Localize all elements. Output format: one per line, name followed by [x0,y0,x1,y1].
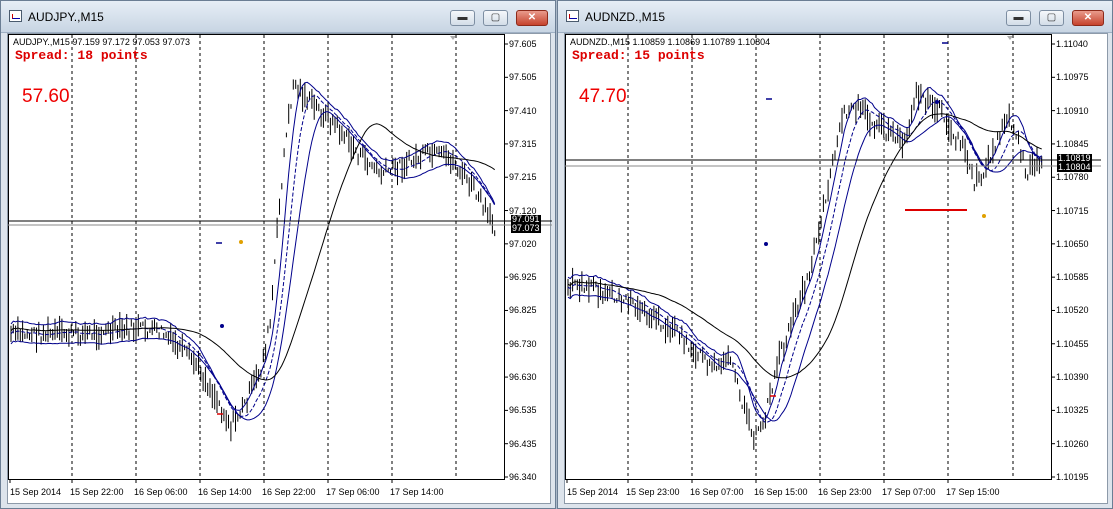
shift-marker [450,36,456,40]
x-tick-label: 15 Sep 2014 [567,487,619,497]
x-tick-label: 15 Sep 22:00 [70,487,124,497]
y-tick-label: 1.10780 [1056,172,1089,183]
plot-frame [565,34,1052,480]
signal-marker [935,100,939,104]
y-tick-label: 1.10260 [1056,438,1089,449]
close-button[interactable]: ✕ [516,10,548,26]
title-bar[interactable]: AUDJPY.,M15 ▬ ▢ ✕ [1,1,555,33]
y-tick-label: 97.505 [509,72,537,83]
y-tick-label: 97.020 [509,238,537,249]
y-tick-label: 1.10975 [1056,72,1089,83]
minimize-button[interactable]: ▬ [1006,10,1031,26]
y-tick-label: 1.10325 [1056,405,1089,416]
x-tick-label: 16 Sep 23:00 [818,487,872,497]
x-tick-label: 15 Sep 23:00 [626,487,680,497]
indicator-value: 47.70 [579,86,627,107]
signal-marker [220,324,224,328]
chart-window-audnzd[interactable]: AUDNZD.,M15 ▬ ▢ ✕ AUDNZD.,M15 1.10859 1.… [557,0,1113,509]
chart-icon [9,10,22,22]
x-tick-label: 15 Sep 2014 [10,487,62,497]
moving-average-line [567,116,1043,422]
y-tick-label: 97.605 [509,39,537,49]
signal-marker [982,214,986,218]
indicator-value: 57.60 [22,86,70,107]
y-tick-label: 1.10455 [1056,338,1089,349]
moving-average-line [10,81,496,411]
y-tick-label: 1.10390 [1056,372,1089,383]
y-tick-label: 1.10520 [1056,305,1089,316]
y-tick-label: 1.10195 [1056,472,1089,482]
moving-average-line [567,86,1042,420]
y-tick-label: 96.730 [509,338,537,349]
chart-area[interactable]: AUDNZD.,M15 1.10859 1.10869 1.10789 1.10… [564,33,1108,504]
y-tick-label: 96.535 [509,405,537,416]
maximize-button[interactable]: ▢ [483,10,508,26]
window-title: AUDNZD.,M15 [585,10,666,24]
price-chart[interactable] [565,34,1109,505]
moving-average-line [10,95,496,417]
y-tick-label: 1.11040 [1056,39,1088,49]
y-tick-label: 97.410 [509,105,537,116]
x-tick-label: 17 Sep 15:00 [946,487,1000,497]
y-tick-label: 96.925 [509,272,537,283]
moving-average-line [10,111,496,421]
price-box-lower: 1.10804 [1057,162,1092,172]
chart-window-audjpy[interactable]: AUDJPY.,M15 ▬ ▢ ✕ AUDJPY.,M15 97.159 97.… [0,0,556,509]
y-tick-label: 96.340 [509,472,537,482]
y-tick-label: 1.10650 [1056,238,1089,249]
x-tick-label: 16 Sep 14:00 [198,487,252,497]
symbol-header: AUDNZD.,M15 1.10859 1.10869 1.10789 1.10… [570,37,771,47]
symbol-header: AUDJPY.,M15 97.159 97.172 97.053 97.073 [13,37,190,47]
moving-average-line [567,100,1043,424]
y-tick-label: 96.630 [509,372,537,383]
price-chart[interactable] [8,34,552,505]
window-title: AUDJPY.,M15 [28,10,104,24]
y-tick-label: 1.10910 [1056,105,1089,116]
close-button[interactable]: ✕ [1072,10,1104,26]
maximize-button[interactable]: ▢ [1039,10,1064,26]
x-tick-label: 16 Sep 06:00 [134,487,188,497]
signal-marker [239,240,243,244]
y-tick-label: 97.315 [509,138,537,149]
x-tick-label: 17 Sep 07:00 [882,487,936,497]
spread-label: Spread: 15 points [572,48,705,63]
y-tick-label: 1.10585 [1056,272,1089,283]
chart-icon [566,10,579,22]
x-tick-label: 17 Sep 06:00 [326,487,380,497]
minimize-button[interactable]: ▬ [450,10,475,26]
moving-average-line [567,113,1042,379]
title-bar[interactable]: AUDNZD.,M15 ▬ ▢ ✕ [558,1,1112,33]
y-tick-label: 96.825 [509,305,537,316]
plot-frame [8,34,505,480]
x-tick-label: 16 Sep 22:00 [262,487,316,497]
x-tick-label: 16 Sep 07:00 [690,487,744,497]
signal-marker [764,242,768,246]
x-tick-label: 17 Sep 14:00 [390,487,444,497]
shift-marker [1007,36,1013,40]
moving-average-line [10,123,495,381]
y-tick-label: 1.10845 [1056,138,1089,149]
y-tick-label: 1.10715 [1056,205,1089,216]
price-box-lower: 97.073 [511,223,541,233]
x-tick-label: 16 Sep 15:00 [754,487,808,497]
chart-area[interactable]: AUDJPY.,M15 97.159 97.172 97.053 97.073 … [7,33,552,505]
spread-label: Spread: 18 points [15,48,148,63]
y-tick-label: 96.435 [509,438,537,449]
y-tick-label: 97.215 [509,172,537,183]
